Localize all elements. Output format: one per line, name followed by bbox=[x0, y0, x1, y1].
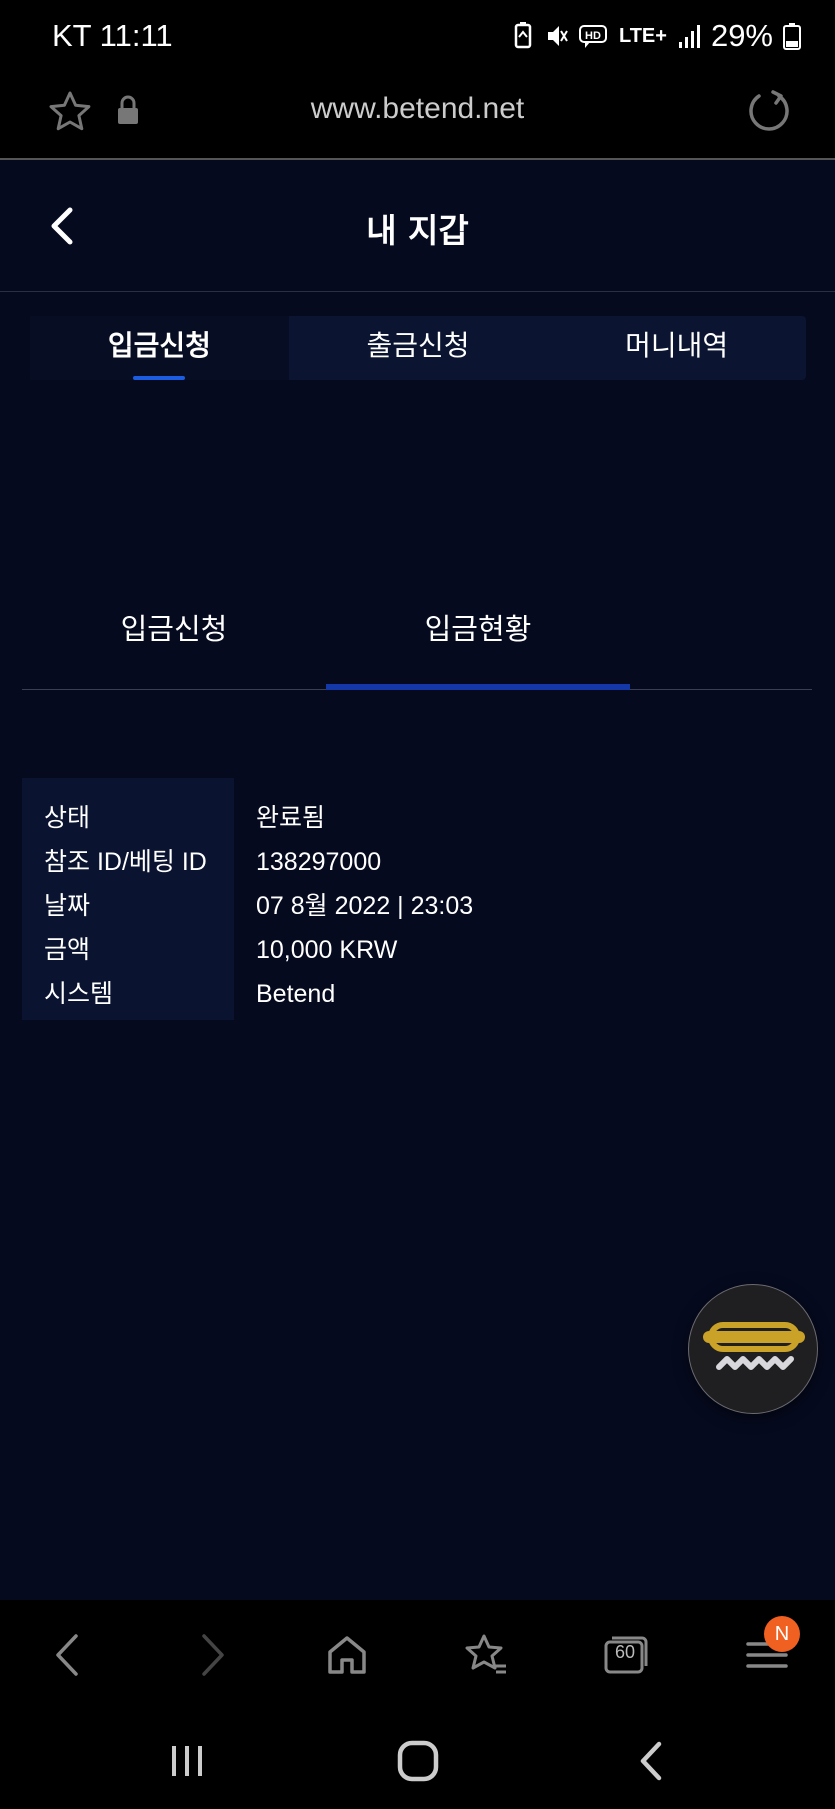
carrier-time: KT 11:11 bbox=[52, 18, 173, 53]
detail-label-date: 날짜 bbox=[44, 892, 91, 920]
detail-label-reference-id: 참조 ID/베팅 ID bbox=[44, 848, 207, 876]
tab-money-history[interactable]: 머니내역 bbox=[547, 316, 806, 380]
battery-percent: 29% bbox=[710, 18, 773, 53]
wallet-page: 내 지갑 입금신청 출금신청 머니내역 입금신청 입금현황 상태 완료됨 참조 … bbox=[0, 160, 835, 1600]
tabs-button[interactable]: 60 bbox=[600, 1630, 650, 1680]
back-nav-icon[interactable] bbox=[627, 1736, 677, 1786]
home-nav-icon[interactable] bbox=[393, 1736, 443, 1786]
battery-icon bbox=[783, 23, 801, 50]
tab-label: 입금신청 bbox=[107, 329, 211, 362]
floating-chat-button[interactable] bbox=[688, 1284, 818, 1414]
page-title: 내 지갑 bbox=[366, 211, 469, 250]
hd-voice-icon: HD bbox=[578, 25, 607, 48]
reload-icon[interactable] bbox=[743, 86, 795, 138]
browser-forward-icon[interactable] bbox=[186, 1630, 236, 1680]
bookmarks-icon[interactable] bbox=[462, 1630, 512, 1680]
detail-value-amount: 10,000 KRW bbox=[256, 936, 398, 964]
tab-count: 60 bbox=[614, 1642, 636, 1662]
home-icon[interactable] bbox=[322, 1630, 372, 1680]
deposit-subtabs: 입금신청 입금현황 bbox=[22, 578, 812, 690]
system-nav-bar bbox=[0, 1710, 835, 1809]
active-subtab-indicator bbox=[326, 684, 630, 690]
url-text[interactable]: www.betend.net bbox=[0, 92, 835, 126]
recent-apps-icon[interactable] bbox=[162, 1736, 212, 1786]
detail-value-reference-id: 138297000 bbox=[256, 848, 382, 876]
network-type: LTE+ bbox=[618, 24, 667, 47]
page-header: 내 지갑 bbox=[0, 160, 835, 292]
svg-text:HD: HD bbox=[585, 30, 601, 42]
detail-value-status: 완료됨 bbox=[256, 804, 326, 832]
browser-toolbar: 60 bbox=[0, 1600, 835, 1710]
battery-saver-icon bbox=[514, 22, 532, 49]
signal-icon bbox=[678, 25, 700, 48]
browser-back-icon[interactable] bbox=[44, 1630, 94, 1680]
status-bar: KT 11:11 HD LTE+ 29% bbox=[0, 0, 835, 72]
detail-label-status: 상태 bbox=[44, 804, 91, 832]
tab-withdraw-request[interactable]: 출금신청 bbox=[289, 316, 548, 380]
subtab-deposit-status[interactable]: 입금현황 bbox=[326, 606, 630, 648]
detail-value-system: Betend bbox=[256, 980, 336, 1008]
tab-label: 출금신청 bbox=[366, 329, 470, 362]
detail-label-amount: 금액 bbox=[44, 936, 91, 964]
subtab-deposit-request[interactable]: 입금신청 bbox=[22, 606, 326, 648]
active-tab-indicator bbox=[133, 376, 186, 380]
status-icons: HD LTE+ 29% bbox=[511, 18, 801, 54]
mute-icon bbox=[547, 26, 568, 46]
chat-logo-icon bbox=[703, 1322, 805, 1370]
detail-label-system: 시스템 bbox=[44, 980, 114, 1008]
wallet-tabs: 입금신청 출금신청 머니내역 bbox=[30, 316, 806, 380]
detail-value-date: 07 8월 2022 | 23:03 bbox=[256, 892, 474, 920]
tab-label: 머니내역 bbox=[625, 329, 729, 362]
deposit-detail-table: 상태 완료됨 참조 ID/베팅 ID 138297000 날짜 07 8월 20… bbox=[22, 778, 812, 1020]
browser-address-bar: www.betend.net bbox=[0, 72, 835, 160]
menu-notification-badge: N bbox=[764, 1616, 800, 1652]
tab-deposit-request[interactable]: 입금신청 bbox=[30, 316, 289, 380]
